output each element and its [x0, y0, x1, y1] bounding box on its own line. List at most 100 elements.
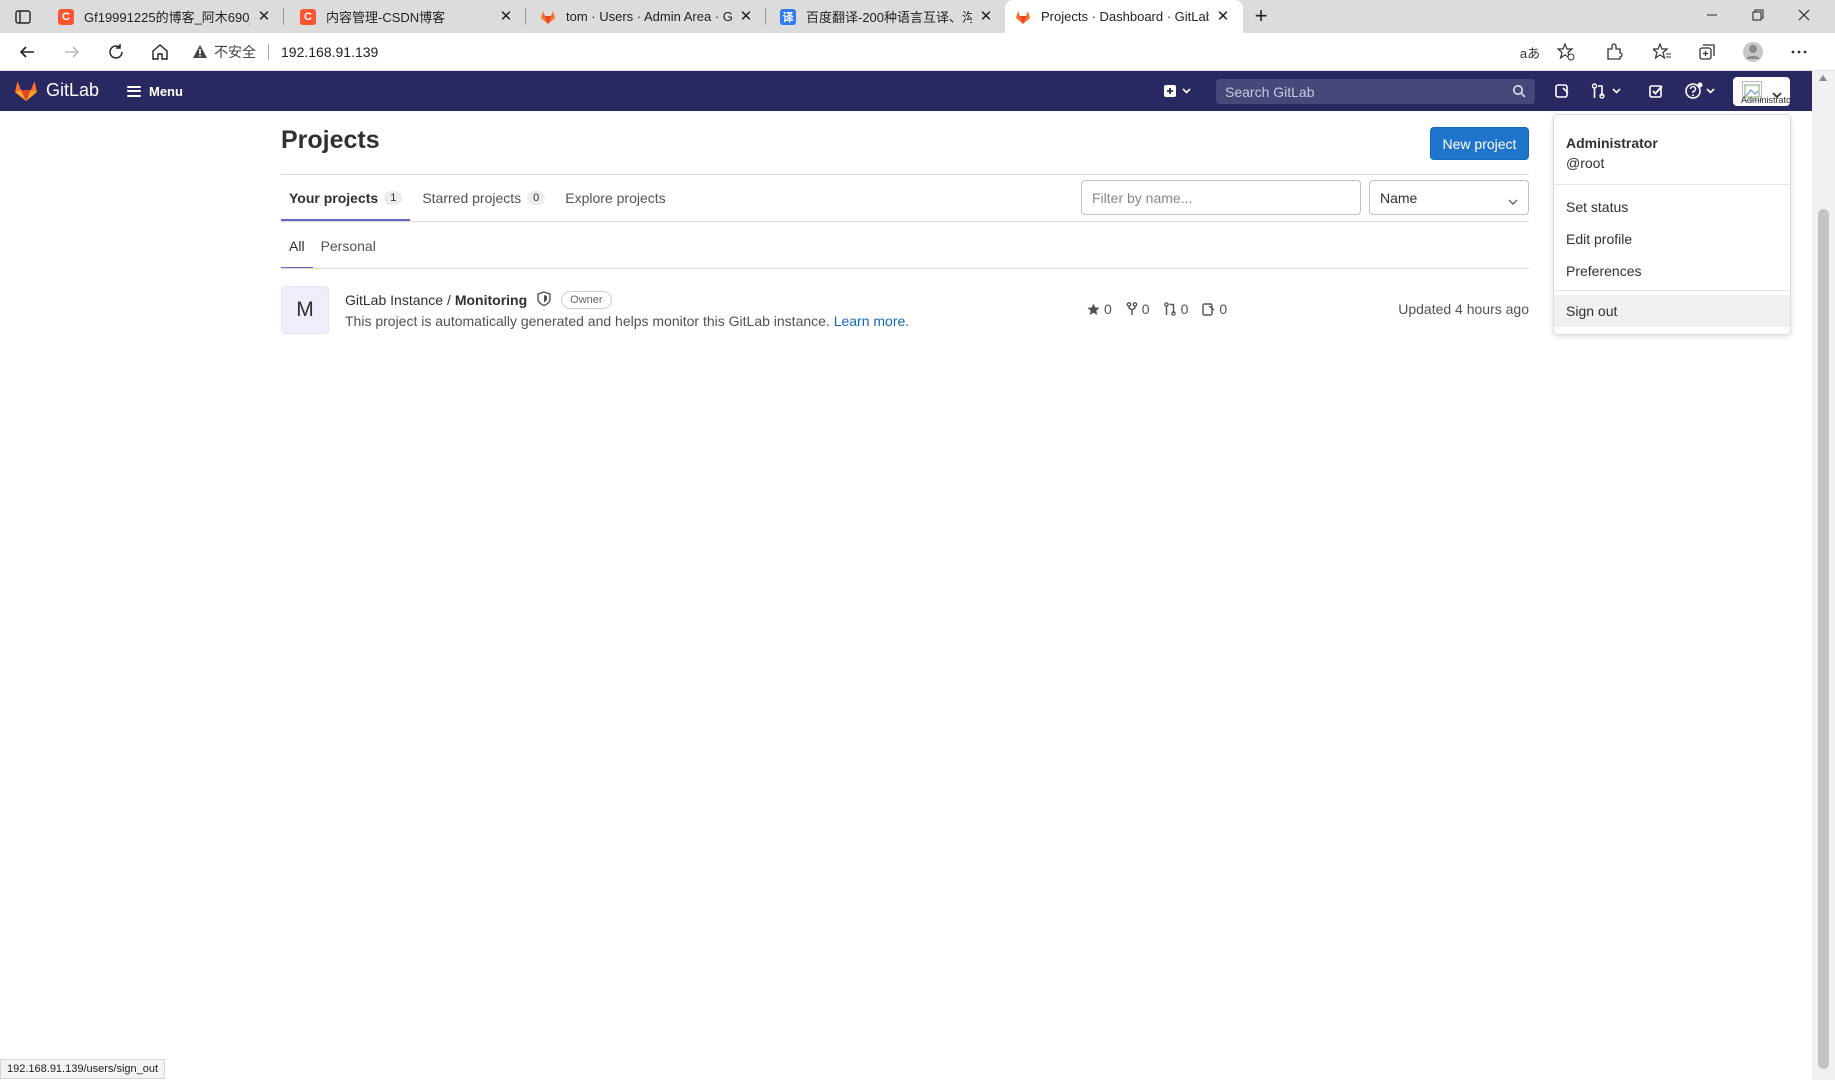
minimize-icon[interactable] — [1689, 0, 1735, 30]
profile-icon[interactable] — [1740, 39, 1766, 65]
learn-more-link[interactable]: Learn more. — [834, 313, 909, 329]
url-field[interactable]: 不安全 192.168.91.139 — [192, 37, 1592, 67]
set-status-item[interactable]: Set status — [1554, 191, 1790, 223]
projects-tabs: Your projects 1 Starred projects 0 Explo… — [281, 174, 678, 221]
tab-your-projects[interactable]: Your projects 1 — [281, 174, 411, 221]
issues-count[interactable]: 0 — [1202, 301, 1227, 317]
close-tab-icon[interactable]: ✕ — [256, 8, 272, 25]
new-tab-icon[interactable]: + — [1250, 5, 1272, 28]
stars-count[interactable]: 0 — [1087, 301, 1112, 317]
read-aloud-icon[interactable]: aあ — [1517, 39, 1543, 65]
browser-tab-1[interactable]: C Gf19991225的博客_阿木690_CSDN博客 ✕ — [48, 0, 284, 33]
tab-title: 百度翻译-200种语言互译、沟通全世界！ — [806, 10, 972, 25]
chevron-down-icon — [1508, 193, 1518, 209]
issues-value: 0 — [1219, 301, 1228, 317]
stars-value: 0 — [1104, 301, 1112, 317]
scrollbar-thumb[interactable] — [1818, 209, 1829, 1069]
tab-label: Starred projects — [422, 189, 522, 206]
project-row: M GitLab Instance / Monitoring Owner Thi… — [281, 286, 1529, 336]
search-icon — [1512, 84, 1526, 101]
dropdown-user-name[interactable]: Administrator — [1566, 135, 1658, 151]
extensions-icon[interactable] — [1601, 39, 1627, 65]
filter-by-name-input[interactable]: Filter by name... — [1081, 180, 1361, 215]
create-new-button[interactable] — [1161, 79, 1195, 103]
tab-explore-projects[interactable]: Explore projects — [557, 174, 673, 221]
new-project-button[interactable]: New project — [1430, 127, 1529, 160]
preferences-item[interactable]: Preferences — [1554, 255, 1790, 287]
gitlab-logo-icon — [15, 81, 37, 101]
fork-icon — [1126, 302, 1138, 315]
divider — [281, 221, 1529, 222]
scroll-up-icon[interactable] — [1819, 75, 1827, 81]
help-icon[interactable] — [1684, 79, 1720, 103]
dropdown-username[interactable]: @root — [1566, 155, 1604, 171]
browser-tab-4[interactable]: 译 百度翻译-200种语言互译、沟通全世界！ ✕ — [770, 0, 1006, 33]
issues-icon[interactable] — [1551, 79, 1573, 103]
csdn-favicon-icon: C — [300, 8, 316, 25]
project-title: GitLab Instance / Monitoring Owner — [345, 291, 612, 309]
close-tab-icon[interactable]: ✕ — [498, 8, 514, 25]
close-tab-icon[interactable]: ✕ — [978, 8, 994, 25]
warning-icon[interactable] — [192, 44, 208, 60]
forks-count[interactable]: 0 — [1126, 301, 1150, 317]
merge-requests-icon[interactable] — [1590, 79, 1626, 103]
issues-icon — [1202, 303, 1215, 316]
user-menu-button[interactable]: Administrator — [1733, 77, 1790, 106]
search-placeholder: Search GitLab — [1225, 83, 1315, 100]
favorites-icon[interactable] — [1649, 39, 1675, 65]
edit-profile-item[interactable]: Edit profile — [1554, 223, 1790, 255]
restore-icon[interactable] — [1735, 0, 1781, 30]
menu-button[interactable]: Menu — [127, 71, 183, 111]
avatar-alt-text: Administrator — [1741, 95, 1790, 105]
back-icon[interactable] — [14, 39, 40, 65]
project-stats: 0 0 0 0 — [1087, 301, 1241, 317]
tab-title: Projects · Dashboard · GitLab — [1041, 9, 1209, 24]
link-preview-status: 192.168.91.139/users/sign_out — [0, 1059, 166, 1079]
tab-actions-icon[interactable] — [12, 7, 34, 27]
gitlab-favicon-icon — [540, 9, 556, 25]
tab-label: Your projects — [289, 189, 379, 206]
home-icon[interactable] — [147, 39, 173, 65]
add-favorite-icon[interactable] — [1553, 39, 1579, 65]
project-name-link[interactable]: Monitoring — [455, 292, 527, 308]
hamburger-icon — [127, 85, 141, 97]
role-badge: Owner — [561, 291, 612, 309]
shield-icon — [537, 291, 551, 309]
gitlab-header: GitLab Menu Search GitLab Administrator — [0, 71, 1812, 111]
more-icon[interactable] — [1786, 39, 1812, 65]
divider — [1554, 184, 1790, 185]
merge-requests-value: 0 — [1180, 301, 1189, 317]
tab-starred-projects[interactable]: Starred projects 0 — [414, 174, 553, 221]
search-input[interactable]: Search GitLab — [1216, 79, 1535, 104]
forward-icon[interactable] — [59, 39, 85, 65]
merge-requests-count[interactable]: 0 — [1163, 301, 1189, 317]
insecure-label: 不安全 — [214, 44, 256, 60]
filter-placeholder: Filter by name... — [1092, 189, 1193, 206]
url-text: 192.168.91.139 — [281, 44, 379, 60]
gitlab-home-link[interactable]: GitLab — [14, 79, 99, 102]
browser-tab-2[interactable]: C 内容管理-CSDN博客 ✕ — [290, 0, 526, 33]
gitlab-favicon-icon — [1015, 9, 1031, 25]
tab-title: Gf19991225的博客_阿木690_CSDN博客 — [84, 10, 250, 25]
project-avatar[interactable]: M — [281, 286, 329, 334]
close-window-icon[interactable] — [1781, 0, 1827, 30]
todos-icon[interactable] — [1645, 79, 1667, 103]
chevron-down-icon — [1772, 86, 1782, 104]
subtab-personal[interactable]: Personal — [313, 222, 384, 269]
url-divider — [268, 44, 269, 60]
sort-dropdown[interactable]: Name — [1369, 180, 1529, 215]
sign-out-item[interactable]: Sign out — [1554, 295, 1790, 327]
browser-tab-3[interactable]: tom · Users · Admin Area · GitLab ✕ — [530, 0, 766, 33]
close-tab-icon[interactable]: ✕ — [738, 8, 754, 25]
project-namespace-link[interactable]: GitLab Instance / — [345, 292, 451, 308]
collections-icon[interactable] — [1694, 39, 1720, 65]
refresh-icon[interactable] — [103, 39, 129, 65]
close-tab-icon[interactable]: ✕ — [1215, 8, 1231, 25]
count-badge: 1 — [384, 190, 403, 205]
browser-tab-5[interactable]: Projects · Dashboard · GitLab ✕ — [1005, 0, 1243, 33]
count-badge: 0 — [527, 190, 546, 205]
vertical-scrollbar[interactable] — [1812, 71, 1835, 1080]
page-title: Projects — [281, 126, 380, 154]
subtab-all[interactable]: All — [281, 222, 313, 269]
browser-tab-bar: C Gf19991225的博客_阿木690_CSDN博客 ✕ C 内容管理-CS… — [0, 0, 1835, 33]
